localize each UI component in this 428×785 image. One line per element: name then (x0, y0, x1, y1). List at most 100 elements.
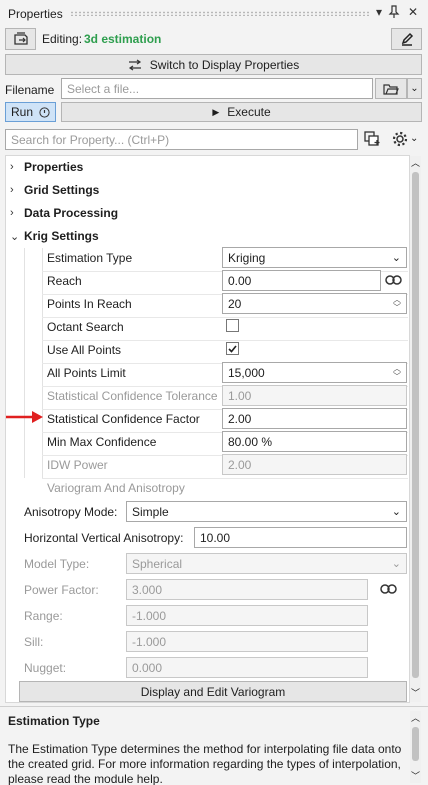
nugget-input: 0.000 (126, 657, 368, 678)
section-krig-settings[interactable]: Krig Settings (24, 229, 99, 243)
dropdown-icon[interactable]: ▾ (372, 5, 386, 19)
check-icon (228, 345, 237, 353)
display-variogram-label: Display and Edit Variogram (140, 684, 286, 699)
points-in-reach-label: Points In Reach (47, 297, 132, 311)
hv-anisotropy-label: Horizontal Vertical Anisotropy: (24, 531, 184, 545)
link-icon[interactable] (385, 274, 402, 286)
octant-search-label: Octant Search (47, 320, 124, 334)
all-points-limit-label: All Points Limit (47, 366, 126, 380)
stat-conf-tolerance-value: 1.00 (228, 388, 252, 403)
chevron-right-icon[interactable]: › (10, 161, 14, 173)
range-value: -1.000 (132, 608, 167, 623)
switch-display-button[interactable]: Switch to Display Properties (5, 54, 422, 75)
folder-icon (383, 83, 399, 95)
stat-conf-factor-label: Statistical Confidence Factor (47, 412, 200, 426)
chevron-down-icon: ⌄ (410, 83, 419, 94)
points-in-reach-value: 20 (228, 296, 242, 311)
red-arrow-icon (6, 410, 44, 424)
row-divider (42, 478, 408, 479)
chevron-down-icon[interactable]: ⌄ (10, 230, 19, 243)
edit-target-button[interactable] (5, 28, 36, 50)
chevron-down-icon[interactable]: ⌄ (410, 133, 418, 144)
filename-dropdown[interactable]: ⌄ (407, 78, 422, 99)
copy-properties-icon[interactable] (364, 131, 382, 147)
idw-power-input: 2.00 (222, 454, 407, 475)
chevron-down-icon: ⌄ (391, 558, 401, 570)
range-input: -1.000 (126, 605, 368, 626)
display-variogram-button[interactable]: Display and Edit Variogram (19, 681, 407, 702)
use-all-points-label: Use All Points (47, 343, 122, 357)
section-data-processing[interactable]: Data Processing (24, 206, 118, 220)
scroll-up-icon[interactable]: ︿ (411, 711, 420, 724)
model-type-label: Model Type: (24, 557, 90, 571)
row-divider (42, 317, 408, 318)
gear-icon[interactable] (391, 130, 409, 148)
min-max-confidence-value: 80.00 % (228, 434, 273, 449)
window-title: Properties (8, 7, 63, 21)
description-title: Estimation Type (8, 714, 100, 728)
close-icon[interactable]: ✕ (406, 5, 420, 19)
section-properties[interactable]: Properties (24, 160, 83, 174)
switch-icon (13, 32, 28, 45)
variogram-heading: Variogram And Anisotropy (47, 481, 185, 495)
model-type-value: Spherical (132, 556, 183, 571)
estimation-type-label: Estimation Type (47, 251, 133, 265)
scroll-down-icon[interactable]: ﹀ (411, 769, 420, 782)
execute-label: Execute (227, 105, 271, 119)
anisotropy-mode-select[interactable]: Simple ⌄ (126, 501, 407, 522)
hv-anisotropy-input[interactable]: 10.00 (194, 527, 407, 548)
stat-conf-tolerance-label: Statistical Confidence Tolerance (47, 389, 218, 403)
sill-value: -1.000 (132, 634, 167, 649)
power-factor-value: 3.000 (132, 582, 163, 597)
min-max-confidence-label: Min Max Confidence (47, 435, 157, 449)
chevron-down-icon: ⌄ (391, 506, 401, 518)
browse-file-button[interactable] (375, 78, 407, 99)
min-max-confidence-input[interactable]: 80.00 % (222, 431, 407, 452)
chevron-right-icon[interactable]: › (10, 184, 14, 196)
scrollbar-thumb[interactable] (412, 172, 419, 678)
estimation-type-select[interactable]: Kriging ⌄ (222, 247, 407, 268)
section-grid-settings[interactable]: Grid Settings (24, 183, 99, 197)
pin-icon[interactable] (388, 5, 402, 19)
power-factor-input: 3.000 (126, 579, 368, 600)
search-placeholder: Search for Property... (Ctrl+P) (11, 132, 170, 147)
scroll-down-icon[interactable]: ﹀ (411, 686, 420, 699)
title-grip[interactable] (70, 11, 370, 16)
octant-search-checkbox[interactable] (226, 319, 239, 332)
all-points-limit-value: 15,000 (228, 365, 265, 380)
reach-input[interactable]: 0.00 (222, 270, 381, 291)
description-panel: Estimation Type The Estimation Type dete… (0, 706, 428, 785)
idw-power-label: IDW Power (47, 458, 108, 472)
scroll-up-icon[interactable]: ︿ (411, 156, 420, 169)
editing-label: Editing: (42, 32, 83, 46)
property-scrollbar[interactable]: ︿ ﹀ (410, 156, 421, 702)
property-search-input[interactable]: Search for Property... (Ctrl+P) (5, 129, 358, 150)
row-divider (42, 340, 408, 341)
filename-label: Filename (5, 83, 55, 97)
description-text: The Estimation Type determines the metho… (8, 742, 402, 785)
points-in-reach-input[interactable]: 20 ︿ ﹀ (222, 293, 407, 314)
anisotropy-mode-value: Simple (132, 504, 169, 519)
anisotropy-mode-label: Anisotropy Mode: (24, 505, 118, 519)
all-points-limit-input[interactable]: 15,000 ︿ ﹀ (222, 362, 407, 383)
nugget-value: 0.000 (132, 660, 163, 675)
use-all-points-checkbox[interactable] (226, 342, 239, 355)
chevron-right-icon[interactable]: › (10, 207, 14, 219)
stepper-icon[interactable]: ︿ ﹀ (393, 295, 401, 312)
description-scrollbar[interactable]: ︿ ﹀ (410, 711, 421, 783)
reach-label: Reach (47, 274, 82, 288)
edit-button[interactable] (391, 28, 422, 50)
idw-power-value: 2.00 (228, 457, 252, 472)
run-mode-toggle[interactable]: Run (5, 102, 56, 122)
editing-name[interactable]: 3d estimation (84, 32, 161, 46)
link-icon[interactable] (380, 583, 397, 595)
stat-conf-factor-input[interactable]: 2.00 (222, 408, 407, 429)
info-icon (39, 106, 50, 118)
scrollbar-thumb[interactable] (412, 727, 419, 761)
range-label: Range: (24, 609, 63, 623)
execute-button[interactable]: ▶ Execute (61, 102, 422, 122)
filename-input[interactable]: Select a file... (61, 78, 373, 99)
stat-conf-factor-value: 2.00 (228, 411, 252, 426)
stepper-icon[interactable]: ︿ ﹀ (393, 364, 401, 381)
sill-label: Sill: (24, 635, 44, 649)
